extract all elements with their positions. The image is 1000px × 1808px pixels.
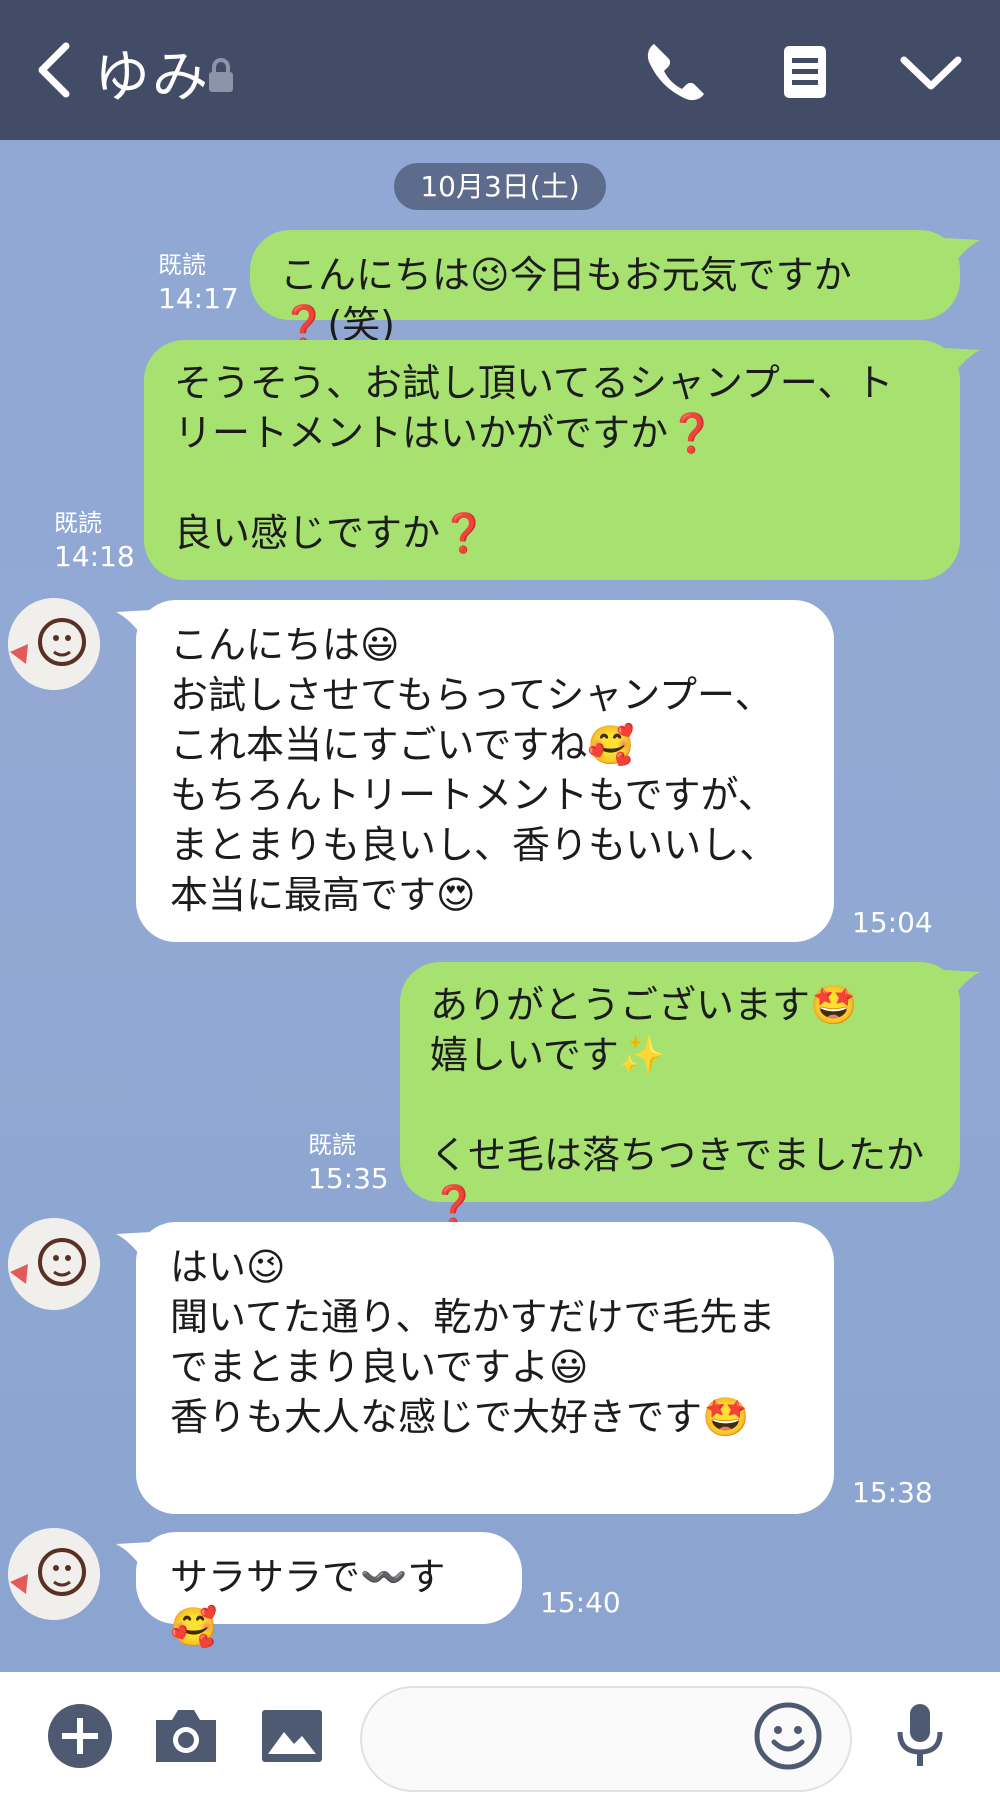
bubble-tail — [944, 238, 980, 272]
outgoing-message[interactable]: こんにちは😉今日もお元気ですか❓(笑) — [250, 230, 960, 347]
timestamp: 14:17 — [158, 282, 239, 315]
read-receipt: 既読 — [158, 251, 206, 279]
plus-icon[interactable] — [44, 1700, 116, 1772]
avatar-image — [8, 598, 100, 690]
menu-icon[interactable] — [770, 36, 840, 106]
chat-title: ゆみ — [94, 45, 210, 110]
read-receipt: 既読 — [54, 509, 102, 537]
lock-icon — [209, 58, 233, 92]
incoming-message[interactable]: はい😉 聞いてた通り、乾かすだけで毛先までまとまり良いですよ😃 香りも大人な感じ… — [136, 1222, 834, 1514]
incoming-message[interactable]: こんにちは😃 お試しさせてもらってシャンプー、これ本当にすごいですね🥰 もちろん… — [136, 600, 834, 942]
incoming-message[interactable]: サラサラで〰️す🥰 — [136, 1532, 522, 1649]
message-meta: 既読 14:17 — [158, 248, 239, 316]
timestamp: 15:35 — [308, 1162, 389, 1195]
avatar-image — [8, 1218, 100, 1310]
read-receipt: 既読 — [308, 1131, 356, 1159]
avatar[interactable] — [8, 1528, 100, 1620]
camera-icon[interactable] — [150, 1700, 222, 1772]
back-chevron-icon[interactable] — [30, 38, 80, 102]
bubble-tail — [116, 1542, 152, 1576]
bubble-tail — [944, 970, 980, 1004]
outgoing-message[interactable]: そうそう、お試し頂いてるシャンプー、トリートメントはいかがですか❓ 良い感じです… — [144, 340, 960, 580]
bubble-tail — [116, 610, 152, 644]
message-meta: 既読 15:35 — [308, 1128, 389, 1196]
emoji-icon[interactable] — [752, 1700, 824, 1772]
message-meta: 既読 14:18 — [54, 506, 135, 574]
avatar-image — [8, 1528, 100, 1620]
timestamp: 14:18 — [54, 540, 135, 573]
avatar[interactable] — [8, 1218, 100, 1310]
image-icon[interactable] — [256, 1700, 328, 1772]
timestamp: 15:38 — [852, 1476, 933, 1509]
bubble-tail — [944, 348, 980, 382]
timestamp: 15:04 — [852, 906, 933, 939]
phone-icon[interactable] — [640, 36, 710, 106]
bubble-tail — [116, 1232, 152, 1266]
microphone-icon[interactable] — [884, 1700, 956, 1772]
outgoing-message[interactable]: ありがとうございます🤩 嬉しいです✨ くせ毛は落ちつきでましたか❓ — [400, 962, 960, 1227]
avatar[interactable] — [8, 598, 100, 690]
timestamp: 15:40 — [540, 1586, 621, 1619]
chevron-down-icon[interactable] — [896, 36, 966, 106]
date-separator: 10月3日(土) — [394, 163, 606, 210]
chat-header: ゆみ — [0, 0, 1000, 140]
